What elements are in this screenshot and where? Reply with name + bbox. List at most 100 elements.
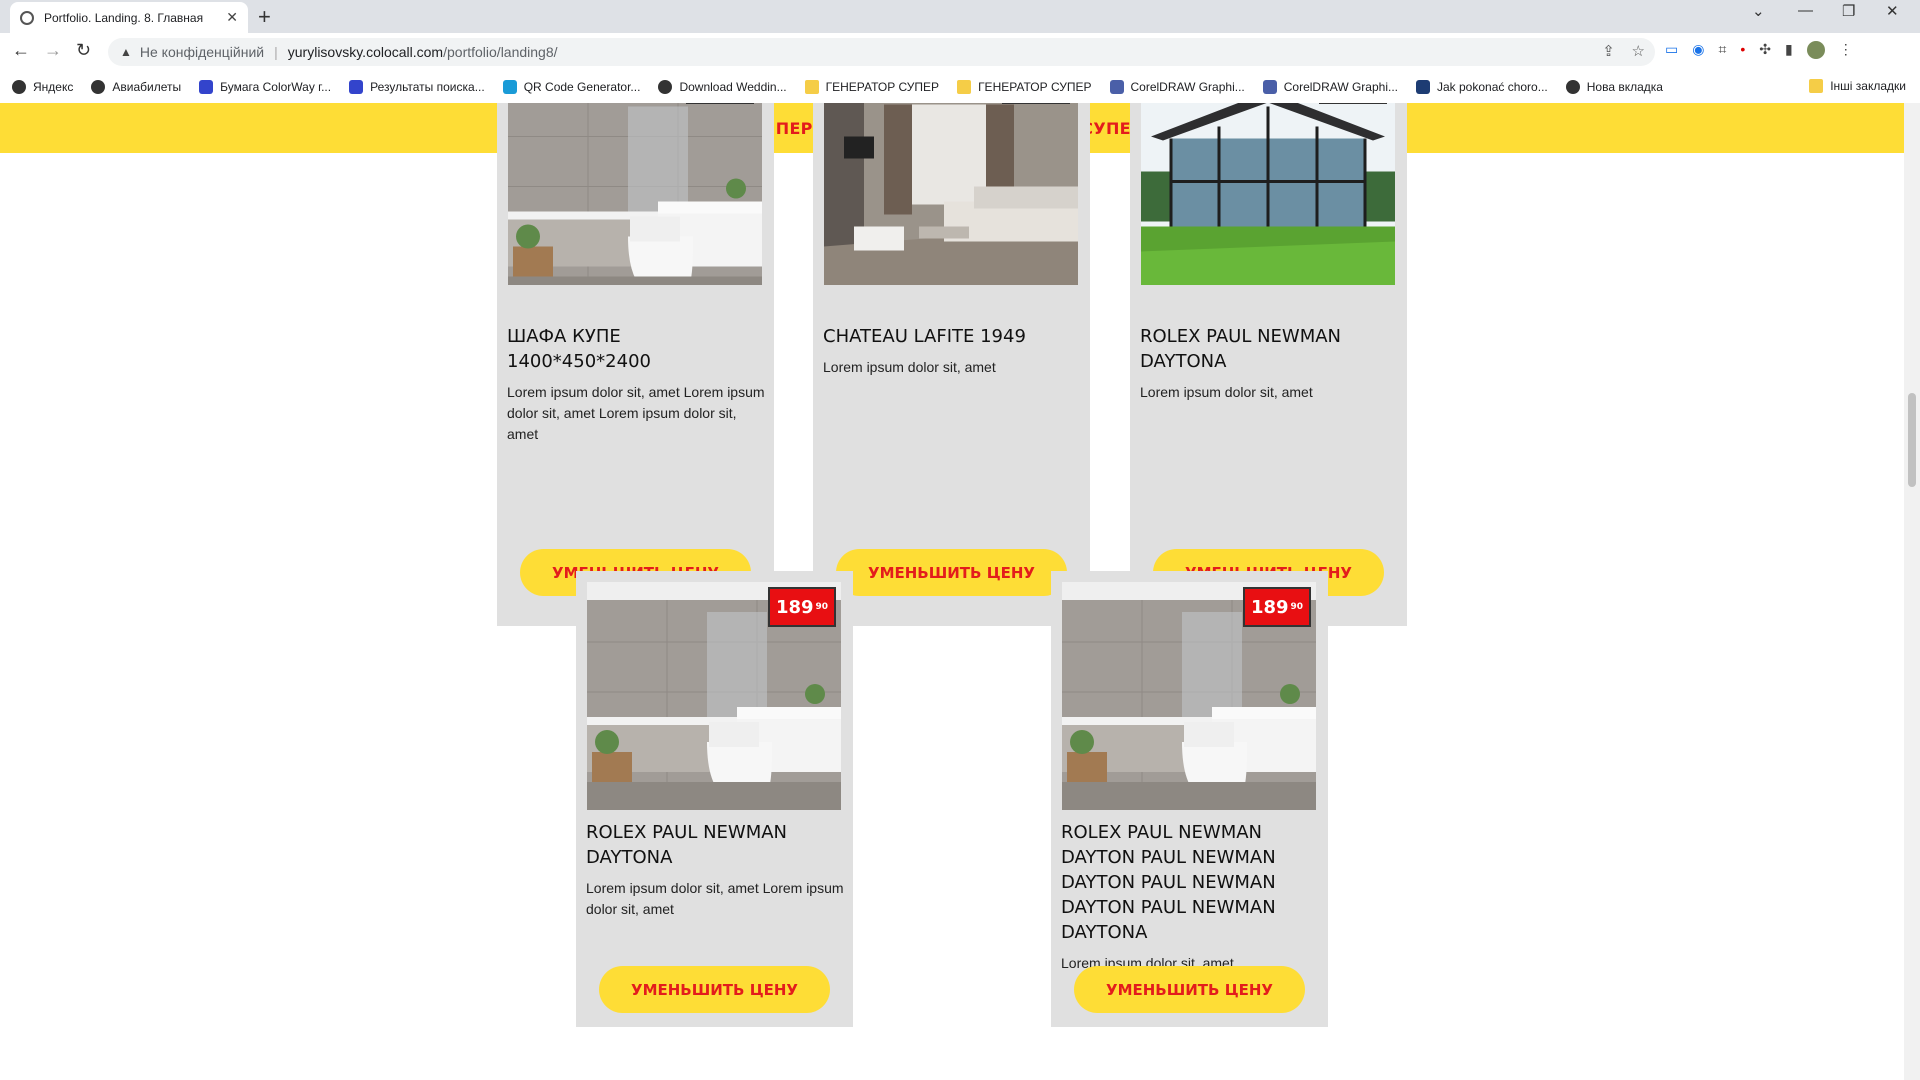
reduce-price-button[interactable]: УМЕНЬШИТЬ ЦЕНУ — [836, 549, 1067, 596]
close-window-icon[interactable]: ✕ — [1886, 2, 1899, 20]
bookmark-item[interactable]: CorelDRAW Graphi... — [1109, 80, 1245, 94]
avatar[interactable] — [1806, 41, 1825, 59]
product-description: Lorem ipsum dolor sit, amet Lorem ipsum … — [507, 384, 765, 442]
product-image[interactable] — [824, 103, 1078, 285]
product-image[interactable] — [1141, 103, 1395, 285]
address-bar[interactable]: ▲ Не конфіденційний | yurylisovsky.coloc… — [108, 38, 1655, 66]
reload-icon[interactable]: ↻ — [76, 40, 91, 61]
bookmark-icon — [502, 80, 517, 94]
back-icon[interactable]: ← — [12, 40, 30, 61]
bookmark-item[interactable]: Нова вкладка — [1565, 80, 1663, 94]
folder-icon — [1809, 79, 1824, 93]
extension-icon[interactable]: ⌗ — [1718, 41, 1726, 59]
restore-icon[interactable]: ❐ — [1842, 2, 1855, 20]
reduce-price-button[interactable]: УМЕНЬШИТЬ ЦЕНУ — [1074, 966, 1305, 1013]
bookmark-label: QR Code Generator... — [523, 80, 641, 94]
share-icon[interactable]: ⇪ — [1602, 43, 1615, 60]
price-badge — [686, 103, 754, 104]
price-badge — [1002, 103, 1070, 104]
tab-title: Portfolio. Landing. 8. Главная — [44, 10, 204, 25]
star-icon[interactable]: ☆ — [1632, 43, 1645, 60]
bookmark-icon — [1416, 80, 1430, 94]
price-value: 189 — [775, 596, 814, 618]
product-description: Lorem ipsum dolor sit, amet — [823, 359, 996, 375]
url-host: yurylisovsky.colocall.com — [287, 44, 444, 60]
product-card: ШАФА КУПЕ 1400*450*2400 Lorem ipsum dolor… — [497, 103, 774, 626]
extension-icon[interactable]: ◉ — [1692, 41, 1704, 59]
bookmark-icon — [1565, 80, 1580, 94]
menu-icon[interactable]: ⋮ — [1839, 41, 1853, 59]
browser-tab[interactable]: Portfolio. Landing. 8. Главная ✕ — [10, 2, 248, 33]
page-viewport: ГЛАВНАЯАКЦИЯПЕРСОНАЛЬНЫЙ МЕНЕДЖЕРСУПЕРБО… — [0, 103, 1920, 1080]
folder-icon — [804, 80, 819, 94]
tab-search-icon[interactable]: ⌄ — [1752, 2, 1765, 20]
reduce-price-button[interactable]: УМЕНЬШИТЬ ЦЕНУ — [599, 966, 830, 1013]
other-bookmarks-label: Інші закладки — [1830, 79, 1906, 93]
product-title: ROLEX PAUL NEWMAN DAYTONA — [586, 822, 788, 868]
bookmark-label: ГЕНЕРАТОР СУПЕР — [825, 80, 940, 94]
extension-icon[interactable]: • — [1740, 41, 1745, 59]
bookmarks-bar: Яндекс Авиабилеты Бумага ColorWay г... Резу… — [0, 71, 1920, 103]
url-text[interactable]: yurylisovsky.colocall.com/portfolio/land… — [288, 44, 558, 60]
forward-icon[interactable]: → — [44, 40, 62, 61]
bookmark-item[interactable]: CorelDRAW Graphi... — [1262, 80, 1398, 94]
security-label[interactable]: Не конфіденційний — [140, 44, 264, 60]
bookmark-icon — [91, 80, 106, 94]
browser-tab-strip: Portfolio. Landing. 8. Главная ✕ + ⌄ — ❐… — [0, 0, 1920, 33]
new-tab-icon[interactable]: + — [258, 4, 271, 30]
bookmark-item[interactable]: ГЕНЕРАТОР СУПЕР — [804, 80, 940, 94]
bookmark-label: Jak pokonać choro... — [1437, 80, 1548, 94]
bookmark-item[interactable]: Jak pokonać choro... — [1416, 80, 1548, 94]
scrollbar[interactable] — [1904, 103, 1920, 1080]
product-card: 189 90 ROLEX PAUL NEWMAN DAYTON PAUL NEWMA… — [1051, 571, 1328, 1027]
product-card: 189 90 ROLEX PAUL NEWMAN DAYTONA Lorem ipsu… — [576, 571, 853, 1027]
product-description: Lorem ipsum dolor sit, amet Lorem ipsum … — [586, 880, 844, 917]
bookmark-item[interactable]: ГЕНЕРАТОР СУПЕР — [957, 80, 1092, 94]
product-image[interactable]: 189 90 — [1062, 582, 1316, 810]
browser-toolbar: ← → ↻ ▲ Не конфіденційний | yurylisovsky… — [0, 33, 1920, 71]
bookmark-icon — [199, 80, 214, 94]
product-description: Lorem ipsum dolor sit, amet — [1140, 384, 1313, 400]
bookmark-label: Результаты поиска... — [370, 80, 485, 94]
bookmark-icon — [1262, 80, 1277, 94]
extensions-bar: ▭ ◉ ⌗ • ✣ ▮ ⋮ — [1665, 41, 1853, 59]
scrollbar-thumb[interactable] — [1908, 393, 1916, 487]
price-value: 189 — [1250, 596, 1289, 618]
bookmark-label: Яндекс — [33, 80, 74, 94]
minimize-icon[interactable]: — — [1798, 2, 1813, 19]
omnibox-actions: ⇪ ☆ — [1602, 42, 1645, 60]
bookmark-item[interactable]: Результаты поиска... — [349, 80, 485, 94]
bookmark-item[interactable]: Яндекс — [12, 80, 73, 94]
bookmark-item[interactable]: Download Weddin... — [658, 80, 787, 94]
product-card: ROLEX PAUL NEWMAN DAYTONA Lorem ipsum dol… — [1130, 103, 1407, 626]
product-card: CHATEAU LAFITE 1949 Lorem ipsum dolor sit… — [813, 103, 1090, 626]
price-badge — [1319, 103, 1387, 104]
product-title: ROLEX PAUL NEWMAN DAYTON PAUL NEWMAN DAY… — [1061, 822, 1276, 943]
url-path: /portfolio/landing8/ — [443, 44, 558, 60]
price-cents: 90 — [1290, 602, 1304, 612]
extension-icon[interactable]: ▭ — [1665, 41, 1678, 59]
bookmark-label: Нова вкладка — [1586, 80, 1663, 94]
product-title: ШАФА КУПЕ 1400*450*2400 — [507, 326, 651, 372]
other-bookmarks[interactable]: Інші закладки — [1809, 79, 1906, 93]
product-image[interactable] — [508, 103, 762, 285]
bookmark-label: CorelDRAW Graphi... — [1283, 80, 1398, 94]
bookmark-item[interactable]: Бумага ColorWay г... — [199, 80, 331, 94]
sidepanel-icon[interactable]: ▮ — [1785, 41, 1793, 59]
bookmark-item[interactable]: QR Code Generator... — [502, 80, 641, 94]
bookmark-label: CorelDRAW Graphi... — [1130, 80, 1245, 94]
bookmark-label: Авиабилеты — [112, 80, 182, 94]
product-title: ROLEX PAUL NEWMAN DAYTONA — [1140, 326, 1342, 372]
bookmark-icon — [658, 80, 673, 94]
puzzle-icon[interactable]: ✣ — [1759, 41, 1771, 59]
bookmark-label: Бумага ColorWay г... — [220, 80, 332, 94]
warning-icon[interactable]: ▲ — [120, 45, 132, 59]
price-cents: 90 — [815, 602, 829, 612]
divider: | — [274, 44, 278, 60]
product-image[interactable]: 189 90 — [587, 582, 841, 810]
bookmark-item[interactable]: Авиабилеты — [91, 80, 181, 94]
close-tab-icon[interactable]: ✕ — [226, 9, 238, 26]
bookmark-icon — [1109, 80, 1124, 94]
product-title: CHATEAU LAFITE 1949 — [823, 326, 1026, 347]
folder-icon — [957, 80, 972, 94]
